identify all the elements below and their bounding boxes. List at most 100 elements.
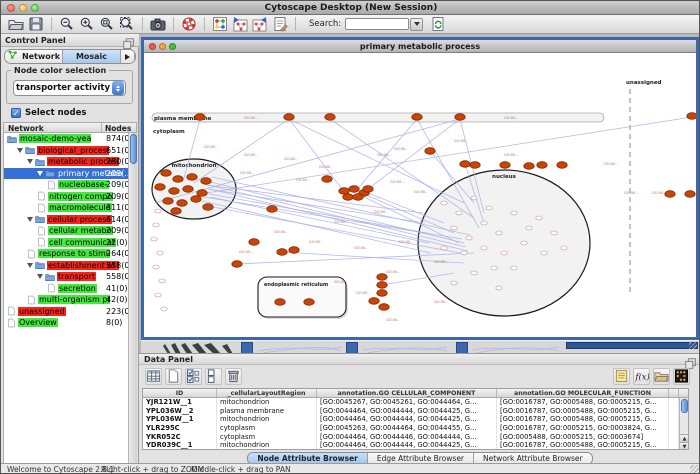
plugin-manager-icon[interactable] bbox=[429, 16, 447, 33]
network-tree-row[interactable]: transport558(0) bbox=[4, 271, 129, 283]
background-windows-strip[interactable] bbox=[141, 340, 699, 354]
zoom-window-icon[interactable] bbox=[31, 4, 39, 12]
table-cell[interactable]: YDR039C__1 bbox=[143, 441, 217, 450]
tree-row-label[interactable]: secretion bbox=[58, 284, 97, 293]
table-cell[interactable]: [GO:0045263, GO:0044464, GO:0044455, G..… bbox=[317, 424, 497, 433]
table-cell[interactable]: [GO:0045267, GO:0045261, GO:0044464, G..… bbox=[317, 398, 497, 407]
label-icon[interactable] bbox=[613, 368, 630, 385]
table-row[interactable]: YLR295Ccytoplasm[GO:0045263, GO:0044464,… bbox=[143, 424, 688, 433]
table-cell[interactable] bbox=[669, 407, 679, 416]
expander-triangle-icon[interactable] bbox=[27, 263, 33, 268]
expander-triangle-icon[interactable] bbox=[37, 171, 43, 176]
table-cell[interactable]: cytoplasm bbox=[217, 433, 317, 442]
import-attributes-icon[interactable] bbox=[653, 368, 670, 385]
zoom-in-icon[interactable] bbox=[78, 16, 96, 33]
frame-close-icon[interactable] bbox=[149, 43, 156, 50]
table-column-header[interactable]: ID bbox=[143, 389, 217, 397]
tab-overflow-button[interactable] bbox=[121, 50, 135, 63]
tree-row-label[interactable]: macromolecule bbox=[48, 203, 112, 212]
select-attributes-icon[interactable] bbox=[185, 368, 202, 385]
network-tree-row[interactable]: mosaic-demo-yeast874(0) bbox=[4, 133, 129, 145]
table-row[interactable]: YPL036W__1mitochondrion[GO:0044464, GO:0… bbox=[143, 415, 688, 424]
tree-row-label[interactable]: multi-organism pro bbox=[38, 295, 110, 304]
table-cell[interactable]: [GO:0016787, GO:0005488, GO:0005215, G..… bbox=[497, 415, 669, 424]
layout-right-icon[interactable] bbox=[251, 16, 269, 33]
table-cell[interactable]: YLR295C bbox=[143, 424, 217, 433]
table-cell[interactable]: YKR052C bbox=[143, 433, 217, 442]
tree-row-label[interactable]: unassigned bbox=[18, 307, 66, 316]
expander-triangle-icon[interactable] bbox=[27, 159, 33, 164]
table-cell[interactable] bbox=[669, 441, 679, 450]
table-cell[interactable]: [GO:0016787, GO:0005488, GO:0005215, G..… bbox=[497, 407, 669, 416]
network-tree-row[interactable]: response to stimulu264(0) bbox=[4, 248, 129, 260]
scrollbar-thumb[interactable] bbox=[130, 134, 137, 164]
table-row[interactable]: YPL036W__2plasma membrane[GO:0044464, GO… bbox=[143, 407, 688, 416]
tab-network[interactable]: Network bbox=[5, 50, 63, 63]
function-builder-icon[interactable]: f(x) bbox=[633, 368, 650, 385]
column-divider[interactable] bbox=[101, 123, 102, 132]
help-lifesaver-icon[interactable] bbox=[180, 16, 198, 33]
tree-row-label[interactable]: Overview bbox=[18, 318, 58, 327]
network-tree-row[interactable]: multi-organism pro42(0) bbox=[4, 294, 129, 306]
snapshot-camera-icon[interactable] bbox=[149, 16, 167, 33]
zoom-out-icon[interactable] bbox=[58, 16, 76, 33]
network-tree-row[interactable]: cell communicat22(0) bbox=[4, 237, 129, 249]
network-tree-row[interactable]: cellular process614(0) bbox=[4, 214, 129, 226]
select-nodes-checkbox[interactable]: ✓ bbox=[11, 108, 21, 118]
table-cell[interactable] bbox=[669, 415, 679, 424]
zoom-selected-icon[interactable] bbox=[118, 16, 136, 33]
tree-row-label[interactable]: transport bbox=[57, 272, 96, 281]
network-tree-row[interactable]: nitrogen compo209(0) bbox=[4, 191, 129, 203]
table-cell[interactable] bbox=[669, 424, 679, 433]
search-input[interactable] bbox=[345, 18, 409, 30]
unselect-attributes-icon[interactable] bbox=[205, 368, 222, 385]
table-scrollbar[interactable]: ▲ ▼ bbox=[679, 398, 688, 450]
new-attribute-icon[interactable] bbox=[165, 368, 182, 385]
table-cell[interactable] bbox=[669, 398, 679, 407]
table-cell[interactable]: [GO:0016787, GO:0005488, GO:0005215, G..… bbox=[497, 441, 669, 450]
tree-column-nodes[interactable]: Nodes bbox=[105, 124, 131, 133]
table-cell[interactable]: YPL036W__2 bbox=[143, 407, 217, 416]
table-row[interactable]: YDR039C__1mitochondrion[GO:0044464, GO:0… bbox=[143, 441, 688, 450]
tab-mosaic[interactable]: Mosaic bbox=[63, 50, 121, 63]
tree-row-label[interactable]: biological_process bbox=[37, 146, 109, 155]
close-window-icon[interactable] bbox=[7, 4, 15, 12]
tree-row-label[interactable]: nitrogen compo bbox=[48, 192, 113, 201]
network-tree-row[interactable]: primary metabo209(... bbox=[4, 168, 129, 180]
expander-triangle-icon[interactable] bbox=[37, 274, 43, 279]
table-cell[interactable] bbox=[669, 433, 679, 442]
table-cell[interactable]: [GO:0044464, GO:0044444, GO:0044425, G..… bbox=[317, 407, 497, 416]
scroll-up-icon[interactable]: ▲ bbox=[680, 434, 689, 442]
table-cell[interactable]: plasma membrane bbox=[217, 407, 317, 416]
tree-scrollbar[interactable] bbox=[128, 133, 137, 474]
vizmapper-icon[interactable] bbox=[211, 16, 229, 33]
table-column-header[interactable]: annotation.GO MOLECULAR_FUNCTION bbox=[497, 389, 669, 397]
annotation-icon[interactable] bbox=[271, 16, 289, 33]
tree-column-network[interactable]: Network bbox=[8, 124, 44, 133]
table-icon[interactable] bbox=[145, 368, 162, 385]
zoom-region-icon[interactable] bbox=[98, 16, 116, 33]
window-resize-grip[interactable] bbox=[690, 465, 700, 474]
frame-zoom-icon[interactable] bbox=[169, 43, 176, 50]
frame-minimize-icon[interactable] bbox=[159, 43, 166, 50]
scrollbar-thumb[interactable] bbox=[681, 399, 688, 413]
table-cell[interactable]: YPL036W__1 bbox=[143, 415, 217, 424]
network-tree-row[interactable]: establishment of lo558(0) bbox=[4, 260, 129, 272]
minimize-window-icon[interactable] bbox=[19, 4, 27, 12]
network-tree-row[interactable]: secretion41(0) bbox=[4, 283, 129, 295]
table-column-header[interactable]: annotation.GO CELLULAR_COMPONENT bbox=[317, 389, 497, 397]
expander-triangle-icon[interactable] bbox=[27, 217, 33, 222]
layout-left-icon[interactable] bbox=[231, 16, 249, 33]
scroll-down-icon[interactable]: ▼ bbox=[680, 442, 689, 450]
table-cell[interactable]: [GO:0044464, GO:0044444, GO:0044425, G..… bbox=[317, 441, 497, 450]
table-cell[interactable]: cytoplasm bbox=[217, 424, 317, 433]
table-column-header[interactable]: _cellularLayoutRegion bbox=[217, 389, 317, 397]
attribute-table[interactable]: ID_cellularLayoutRegionannotation.GO CEL… bbox=[142, 388, 689, 450]
table-cell[interactable]: [GO:0005488, GO:0005215, GO:0003674] bbox=[497, 433, 669, 442]
delete-attribute-icon[interactable] bbox=[225, 368, 242, 385]
table-cell[interactable]: [GO:0044464, GO:0044446, GO:0044444, G..… bbox=[317, 433, 497, 442]
open-folder-icon[interactable] bbox=[7, 16, 25, 33]
tree-row-label[interactable]: response to stimulu bbox=[38, 249, 110, 258]
table-row[interactable]: YJR121W__1mitochondrion[GO:0045267, GO:0… bbox=[143, 398, 688, 407]
expander-triangle-icon[interactable] bbox=[17, 148, 23, 153]
